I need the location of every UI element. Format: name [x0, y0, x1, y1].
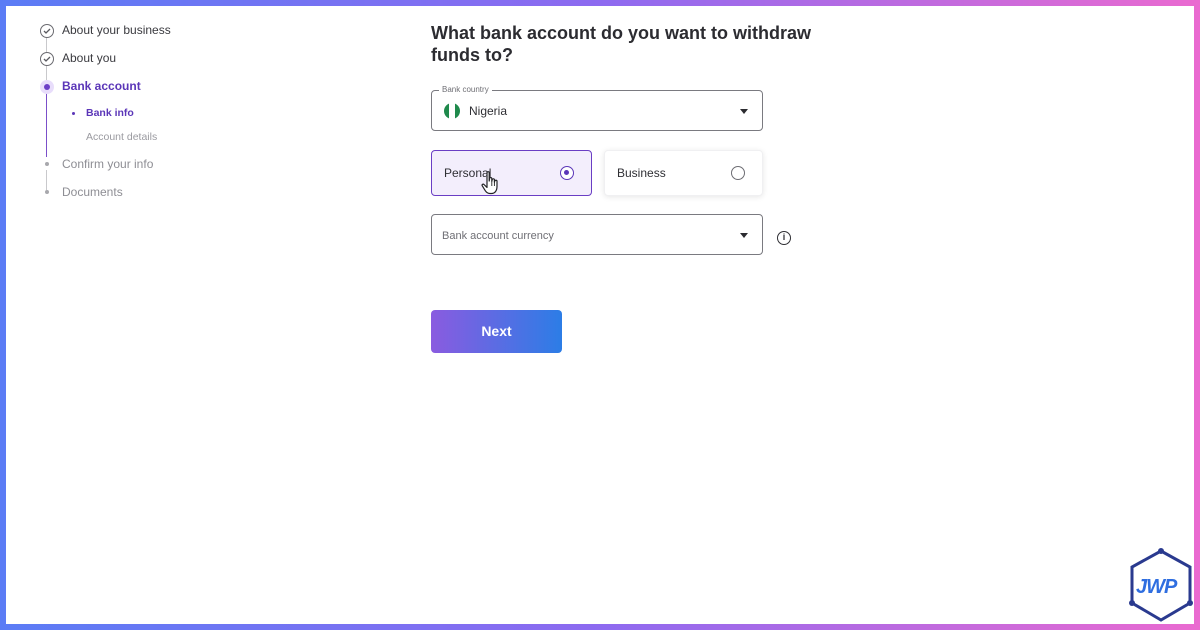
step-documents: Documents — [62, 185, 123, 199]
business-radio[interactable] — [731, 166, 745, 180]
step-about-you[interactable]: About you — [62, 51, 116, 65]
substep-bullet-icon — [72, 112, 75, 115]
substep-bank-info[interactable]: Bank info — [86, 107, 134, 119]
personal-radio[interactable] — [560, 166, 574, 180]
stepper-rail — [46, 37, 47, 53]
business-option-label: Business — [617, 166, 666, 180]
step-about-business[interactable]: About your business — [62, 23, 171, 37]
bank-currency-placeholder: Bank account currency — [442, 230, 554, 242]
jwp-logo-text: JWP — [1136, 576, 1177, 598]
check-circle-icon — [40, 52, 54, 66]
chevron-down-icon — [740, 109, 748, 114]
active-step-icon — [40, 80, 54, 94]
next-button[interactable]: Next — [431, 310, 562, 353]
nigeria-flag-icon — [444, 103, 460, 119]
substep-account-details: Account details — [86, 131, 158, 143]
stepper-rail-active — [46, 93, 47, 157]
hand-cursor-icon — [481, 171, 498, 195]
check-circle-icon — [40, 24, 54, 38]
stepper-rail — [46, 65, 47, 81]
jwp-logo: JWP — [1128, 548, 1194, 624]
personal-option[interactable]: Personal — [431, 150, 592, 196]
step-confirm-info: Confirm your info — [62, 157, 154, 171]
chevron-down-icon — [740, 233, 748, 238]
progress-stepper: About your business About you Bank accou… — [6, 6, 306, 306]
page-title: What bank account do you want to withdra… — [431, 23, 812, 65]
bank-country-legend: Bank country — [439, 85, 492, 94]
step-bank-account[interactable]: Bank account — [62, 79, 141, 93]
bank-country-value: Nigeria — [469, 104, 508, 118]
pending-step-icon — [40, 185, 54, 199]
business-option[interactable]: Business — [604, 150, 763, 196]
info-icon[interactable]: i — [777, 231, 791, 245]
pending-step-icon — [40, 157, 54, 171]
bank-country-select[interactable]: Bank country Nigeria — [431, 85, 763, 131]
bank-currency-select[interactable]: Bank account currency — [431, 214, 763, 255]
onboarding-page: About your business About you Bank accou… — [6, 6, 1194, 624]
